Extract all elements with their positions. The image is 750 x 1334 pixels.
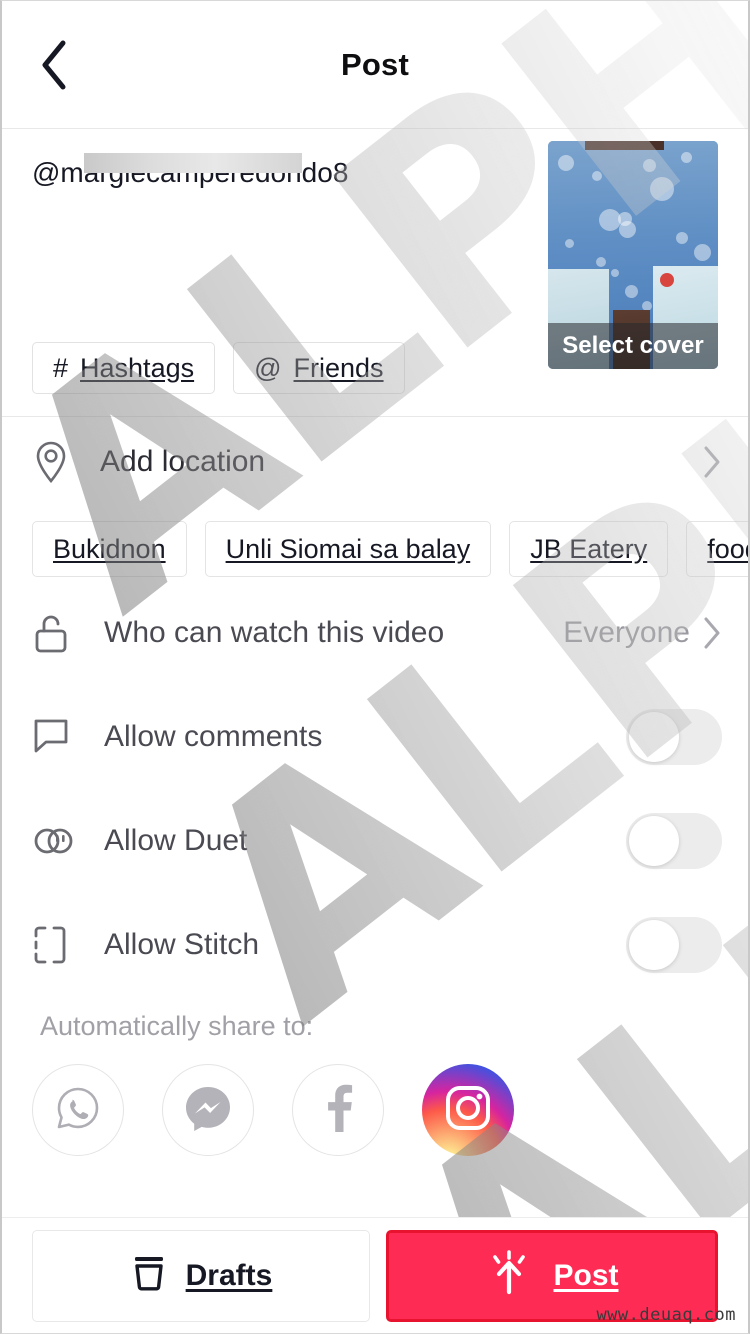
allow-comments-row[interactable]: Allow comments <box>2 685 748 789</box>
location-chip-label: JB Eatery <box>530 533 648 564</box>
app-header: Post <box>2 1 748 129</box>
allow-comments-toggle[interactable] <box>626 709 722 765</box>
site-watermark: www.deuaq.com <box>596 1305 736 1325</box>
chevron-left-icon <box>39 39 69 91</box>
allow-duet-row[interactable]: Allow Duet <box>2 789 748 893</box>
privacy-row[interactable]: Who can watch this video Everyone <box>2 581 748 685</box>
allow-duet-toggle[interactable] <box>626 813 722 869</box>
whatsapp-icon <box>53 1083 103 1138</box>
cover-top-strip <box>585 141 664 150</box>
location-chip-label: foodhouz <box>707 533 748 564</box>
privacy-value: Everyone <box>563 616 690 649</box>
bokeh-dot <box>610 268 619 277</box>
instagram-icon <box>440 1080 496 1141</box>
select-cover-label: Select cover <box>548 323 718 369</box>
bokeh-dot <box>592 170 603 181</box>
map-pin-icon <box>32 440 78 484</box>
share-messenger-button[interactable] <box>162 1064 254 1156</box>
toggle-knob <box>629 816 679 866</box>
back-button[interactable] <box>28 37 80 93</box>
facebook-icon <box>316 1082 360 1139</box>
friends-button[interactable]: @ Friends <box>233 342 405 394</box>
at-icon: @ <box>254 352 282 383</box>
add-location-label: Add location <box>100 445 266 478</box>
stitch-icon <box>32 924 78 966</box>
caption-action-chips: # Hashtags @ Friends <box>32 342 405 394</box>
drafts-button[interactable]: Drafts <box>32 1229 370 1322</box>
archive-icon <box>130 1253 168 1298</box>
bokeh-dot <box>595 257 606 268</box>
duet-icon <box>32 823 78 859</box>
auto-share-targets <box>2 1042 748 1156</box>
caption-redacted-part: argiecamperedon <box>83 153 302 192</box>
upload-sparkle-icon <box>485 1248 533 1303</box>
hashtags-label: Hashtags <box>80 352 195 383</box>
share-instagram-button[interactable] <box>422 1064 514 1156</box>
chevron-right-icon <box>702 616 722 650</box>
share-facebook-button[interactable] <box>292 1064 384 1156</box>
bokeh-dot <box>680 152 692 164</box>
allow-comments-label: Allow comments <box>104 720 323 753</box>
bokeh-dot <box>558 154 575 171</box>
location-chip-label: Unli Siomai sa balay <box>225 533 471 564</box>
bokeh-dot <box>675 232 688 245</box>
auto-share-label: Automatically share to: <box>40 1011 314 1041</box>
caption-text: @margiecamperedondo8 <box>32 153 492 192</box>
toggle-knob <box>629 920 679 970</box>
drafts-label: Drafts <box>185 1258 273 1292</box>
hashtags-button[interactable]: # Hashtags <box>32 342 216 394</box>
location-suggestions[interactable]: Bukidnon Unli Siomai sa balay JB Eatery … <box>2 517 748 581</box>
messenger-icon <box>182 1082 234 1139</box>
location-chip[interactable]: Unli Siomai sa balay <box>204 521 492 577</box>
chevron-right-icon <box>702 445 722 479</box>
unlock-icon <box>32 610 78 656</box>
share-whatsapp-button[interactable] <box>32 1064 124 1156</box>
bokeh-dot <box>565 239 574 249</box>
location-chip[interactable]: JB Eatery <box>509 521 669 577</box>
location-chip-label: Bukidnon <box>53 533 166 564</box>
select-cover-thumbnail[interactable]: Select cover <box>548 141 718 369</box>
location-chip[interactable]: foodhouz <box>686 521 748 577</box>
tiktok-post-screen: Post @margiecamperedondo8 # Hashtags @ F… <box>0 0 750 1334</box>
page-title: Post <box>341 46 409 82</box>
location-chip[interactable]: Bukidnon <box>32 521 187 577</box>
bokeh-dot <box>624 284 638 298</box>
caption-prefix: @m <box>32 157 84 188</box>
toggle-knob <box>629 712 679 762</box>
caption-suffix: do8 <box>301 157 349 188</box>
friends-label: Friends <box>293 352 384 383</box>
cover-red-accent <box>659 272 674 287</box>
post-label: Post <box>553 1258 619 1292</box>
add-location-row[interactable]: Add location <box>2 417 748 507</box>
bokeh-dot <box>694 243 712 261</box>
caption-section: @margiecamperedondo8 # Hashtags @ Friend… <box>2 129 748 417</box>
hash-icon: # <box>53 352 69 383</box>
allow-stitch-toggle[interactable] <box>626 917 722 973</box>
allow-stitch-row[interactable]: Allow Stitch <box>2 893 748 997</box>
comment-icon <box>32 716 78 758</box>
privacy-label: Who can watch this video <box>104 616 445 649</box>
allow-duet-label: Allow Duet <box>104 824 248 857</box>
allow-stitch-label: Allow Stitch <box>104 928 260 961</box>
